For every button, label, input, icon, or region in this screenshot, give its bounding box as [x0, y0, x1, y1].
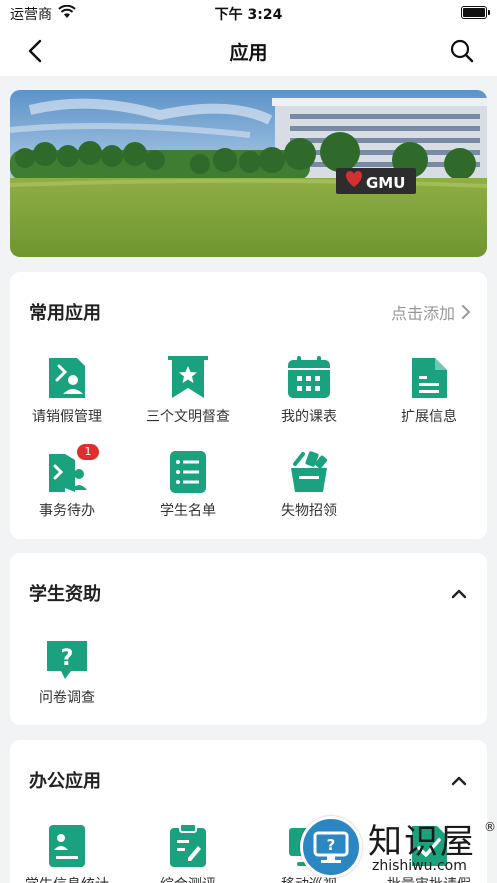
svg-text:?: ?: [327, 836, 336, 854]
campus-banner[interactable]: GMU: [10, 90, 487, 257]
app-comprehensive-evaluation[interactable]: 综合测评: [133, 823, 243, 883]
collapse-button[interactable]: [451, 772, 467, 786]
app-label: 我的课表: [281, 409, 337, 425]
app-questionnaire[interactable]: ? 问卷调查: [12, 637, 122, 707]
app-label: 失物招领: [281, 503, 337, 519]
app-label: 三个文明督查: [146, 409, 230, 425]
clipboard-icon: [166, 823, 210, 868]
chevron-up-icon: [451, 589, 467, 599]
watermark-text-en: zhishiwu.com: [372, 858, 467, 874]
app-label: 学生信息统计: [12, 874, 122, 883]
add-apps-button[interactable]: 点击添加: [391, 300, 471, 324]
app-student-info-stats[interactable]: 学生信息统计: [12, 824, 122, 883]
app-leave-management[interactable]: 请销假管理: [12, 356, 122, 426]
basket-icon: [287, 450, 331, 494]
question-icon: ?: [45, 637, 89, 681]
search-button[interactable]: [449, 38, 475, 64]
help-monitor-icon: ?: [313, 831, 349, 863]
student-info-icon: [45, 824, 89, 868]
collapse-button[interactable]: [451, 585, 467, 599]
calendar-icon: [287, 356, 331, 400]
student-aid-title: 学生资助: [29, 584, 101, 605]
app-label: 综合测评: [133, 874, 243, 883]
chevron-right-icon: [462, 305, 471, 319]
status-bar: 运营商 下午 3:24: [0, 0, 497, 26]
app-pending-tasks[interactable]: 1 事务待办: [12, 444, 122, 520]
notification-badge: 1: [77, 444, 99, 460]
app-label: 学生名单: [160, 503, 216, 519]
app-label: 问卷调查: [39, 690, 95, 706]
add-apps-label: 点击添加: [390, 304, 455, 323]
status-time: 下午 3:24: [214, 7, 283, 23]
svg-text:?: ?: [61, 646, 74, 671]
app-label: 扩展信息: [401, 409, 457, 425]
search-icon: [450, 39, 474, 63]
app-civilization-inspection[interactable]: 三个文明督查: [133, 356, 243, 426]
office-apps-title: 办公应用: [29, 771, 101, 792]
chevron-up-icon: [451, 776, 467, 786]
app-lost-and-found[interactable]: 失物招领: [254, 450, 364, 520]
app-label: 事务待办: [39, 503, 95, 519]
nav-bar: 应用: [0, 26, 497, 76]
watermark: ? 知识屋 ® zhishiwu.com: [300, 812, 497, 883]
common-apps-title: 常用应用: [29, 303, 101, 324]
app-extended-info[interactable]: 扩展信息: [374, 356, 484, 426]
watermark-logo: ?: [300, 816, 362, 878]
door-person-icon: 1: [45, 444, 99, 494]
watermark-text-cn: 知识屋: [368, 822, 476, 862]
app-student-list[interactable]: 学生名单: [133, 450, 243, 520]
banner-sign: GMU: [366, 174, 405, 192]
student-aid-card: 学生资助 ? 问卷调查: [10, 553, 487, 725]
watermark-registered-mark: ®: [484, 820, 496, 834]
page-title: 应用: [229, 42, 268, 64]
bookmark-star-icon: [166, 356, 210, 400]
list-icon: [166, 450, 210, 494]
app-my-schedule[interactable]: 我的课表: [254, 356, 364, 426]
document-icon: [407, 356, 451, 400]
battery-icon: [461, 6, 490, 19]
leave-icon: [45, 356, 89, 400]
app-label: 请销假管理: [32, 409, 102, 425]
common-apps-card: 常用应用 点击添加 请销假管理 三个文明督查 我的课表 扩展信息 1 事务待办: [10, 272, 487, 539]
